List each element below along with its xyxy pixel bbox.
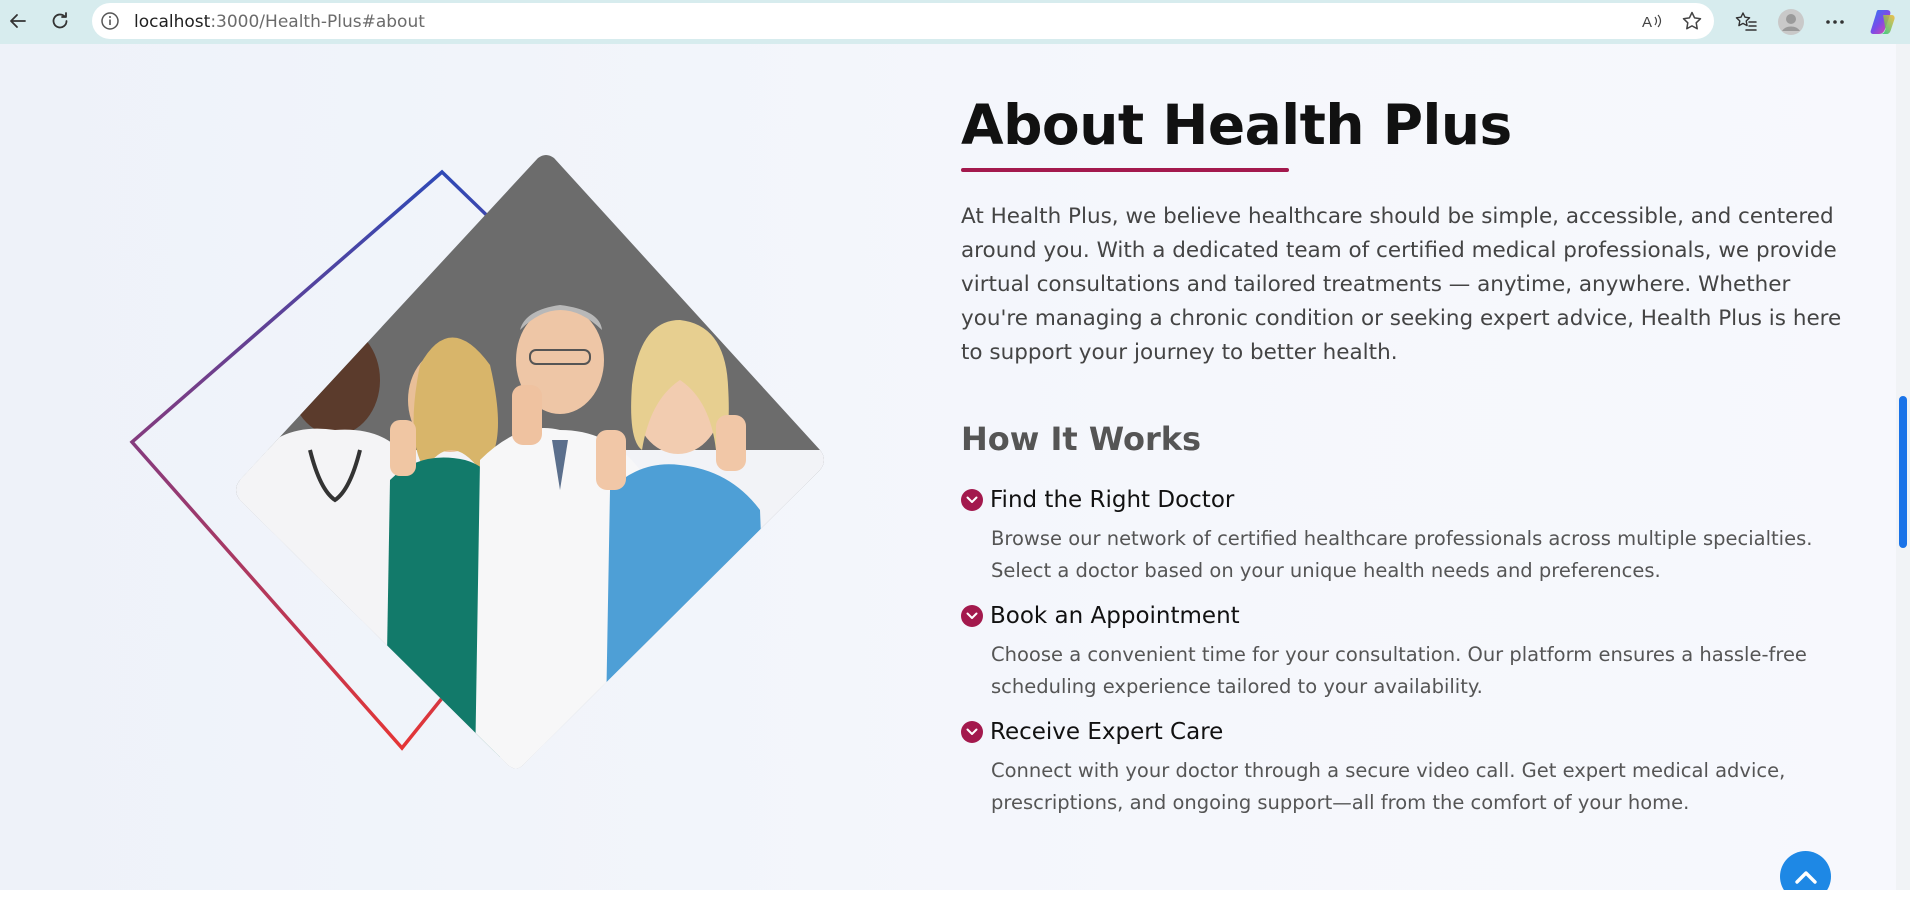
chevron-down-icon: [961, 721, 983, 743]
chevron-down-icon: [961, 489, 983, 511]
about-content: About Health Plus At Health Plus, we bel…: [961, 92, 1861, 833]
reload-icon[interactable]: [44, 5, 76, 37]
title-underline: [961, 168, 1289, 172]
step-title: Receive Expert Care: [990, 719, 1224, 745]
step-title: Book an Appointment: [990, 603, 1240, 629]
copilot-icon[interactable]: [1868, 6, 1900, 38]
steps-list: Find the Right Doctor Browse our network…: [961, 485, 1861, 819]
page-title: About Health Plus: [961, 93, 1512, 157]
chevron-up-icon: [1794, 870, 1817, 884]
profile-icon[interactable]: [1775, 6, 1807, 38]
url-text[interactable]: localhost:3000/Health-Plus#about: [134, 12, 425, 32]
star-icon[interactable]: [1680, 9, 1704, 33]
how-it-works-heading: How It Works: [961, 420, 1202, 458]
doctors-image: [120, 150, 840, 770]
section-divider: [0, 890, 1910, 906]
step-description: Choose a convenient time for your consul…: [991, 643, 1807, 698]
more-icon[interactable]: [1819, 6, 1851, 38]
info-icon[interactable]: [100, 11, 120, 31]
url-host: localhost: [134, 12, 211, 32]
step-description: Connect with your doctor through a secur…: [991, 759, 1786, 814]
svg-text:A: A: [1642, 14, 1652, 31]
step-description: Browse our network of certified healthca…: [991, 527, 1813, 582]
step-item: Find the Right Doctor Browse our network…: [961, 485, 1861, 587]
chevron-down-icon: [961, 605, 983, 627]
favorites-icon[interactable]: [1730, 6, 1762, 38]
back-arrow-icon[interactable]: [2, 5, 34, 37]
scrollbar-thumb[interactable]: [1899, 396, 1907, 548]
browser-toolbar: localhost:3000/Health-Plus#about A: [0, 0, 1910, 44]
url-path: :3000/Health-Plus#about: [210, 12, 425, 32]
intro-paragraph: At Health Plus, we believe healthcare sh…: [961, 204, 1842, 365]
read-aloud-icon[interactable]: A: [1640, 9, 1664, 33]
step-item: Book an Appointment Choose a convenient …: [961, 601, 1861, 703]
scrollbar[interactable]: [1896, 44, 1910, 890]
step-title: Find the Right Doctor: [990, 487, 1235, 513]
address-bar[interactable]: localhost:3000/Health-Plus#about A: [92, 3, 1714, 39]
step-item: Receive Expert Care Connect with your do…: [961, 717, 1861, 819]
